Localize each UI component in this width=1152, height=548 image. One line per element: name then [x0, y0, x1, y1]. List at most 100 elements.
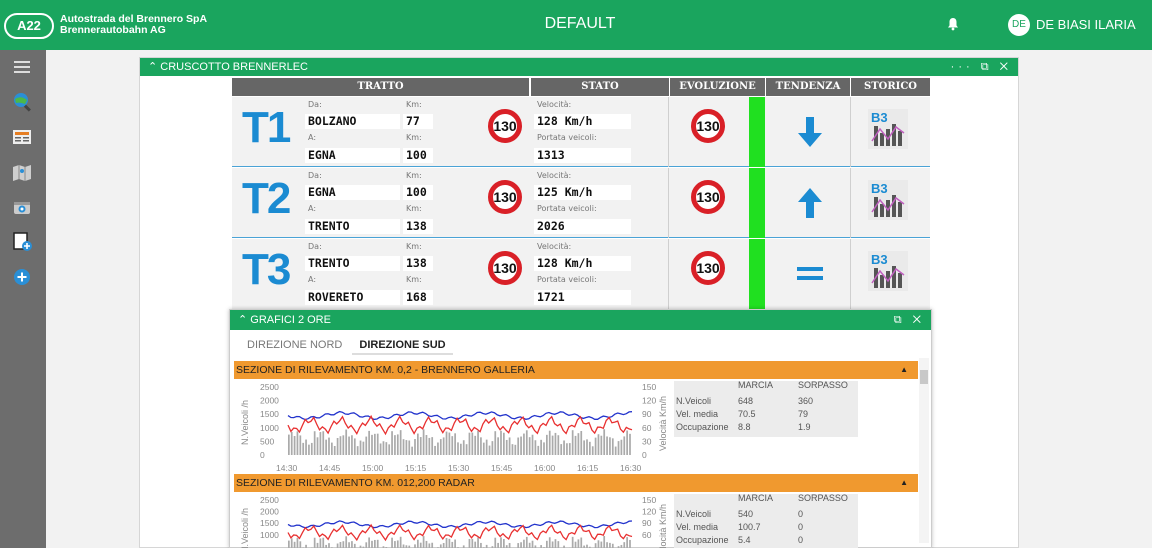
volume-bar [296, 537, 299, 548]
company-line-2: Brennerautobahn AG [60, 24, 166, 36]
volume-bar [623, 436, 626, 455]
volume-bar [617, 441, 620, 455]
volume-bar [574, 541, 577, 548]
dashboard-title: CRUSCOTTO BRENNERLEC [160, 61, 308, 73]
km-label: Km: [406, 275, 422, 284]
volume-bar [353, 438, 356, 455]
collapse-chevron-icon[interactable]: ⌃ [148, 61, 160, 73]
bell-icon[interactable] [946, 17, 960, 31]
volume-bar [560, 444, 563, 455]
volume-bar [517, 543, 520, 548]
y-axis-tick-left: 1000 [260, 530, 279, 540]
from-km-value: 77 [403, 114, 433, 129]
divider [850, 97, 851, 167]
storico-chart-icon[interactable]: B3 [868, 109, 908, 149]
storico-chart-icon[interactable]: B3 [868, 180, 908, 220]
company-name: Autostrada del Brennero SpA Brennerautob… [60, 14, 207, 36]
volume-bar [448, 538, 451, 548]
panel-tools[interactable]: ⧉ ✕ [894, 310, 925, 330]
y-axis-tick-right: 90 [642, 518, 652, 528]
volume-bar [480, 437, 482, 455]
y-axis-tick-left: 2000 [260, 396, 279, 406]
avatar[interactable]: DE [1008, 14, 1030, 36]
to-km-value: 138 [403, 219, 433, 234]
newspaper-icon[interactable] [11, 126, 33, 148]
volume-bar [474, 541, 477, 548]
map-icon[interactable] [11, 162, 33, 184]
volume-bar [525, 430, 528, 455]
tab-direzione-nord[interactable]: DIREZIONE NORD [240, 337, 349, 353]
y-axis-tick-left: 1500 [260, 518, 279, 528]
volume-bar [348, 436, 350, 455]
y-axis-tick-right: 150 [642, 382, 656, 392]
add-icon[interactable] [11, 266, 33, 288]
volume-bar [290, 431, 293, 455]
volume-bar [331, 442, 333, 455]
svg-text:B3: B3 [871, 252, 888, 267]
volume-bar [514, 444, 517, 455]
volume-bar [422, 536, 425, 548]
volume-bar [503, 539, 505, 548]
volume-bar [577, 433, 580, 455]
volume-bar [431, 437, 434, 455]
column-stato: STATO [530, 78, 669, 96]
volume-bar [468, 538, 471, 548]
add-document-icon[interactable] [11, 230, 33, 252]
volume-bar [339, 541, 342, 548]
stats-label: N.Veicoli [676, 509, 712, 519]
y-axis-tick-right: 120 [642, 396, 656, 406]
volume-bar [629, 539, 631, 548]
y-axis-label-left: N.Veicoli /h [240, 400, 250, 445]
x-axis-tick: 15:15 [405, 463, 427, 473]
volume-bar [439, 439, 442, 455]
volume-bar [290, 538, 293, 548]
volume-bar [548, 537, 551, 548]
volume-bar [439, 544, 442, 548]
volume-bar [531, 540, 534, 548]
volume-bar [528, 437, 531, 455]
section-header[interactable]: SEZIONE DI RILEVAMENTO KM. 012,200 RADAR… [234, 474, 918, 492]
volume-bar [563, 440, 565, 455]
volume-bar [368, 537, 370, 548]
svg-text:B3: B3 [871, 181, 888, 196]
volume-bar [606, 542, 608, 548]
dashboard-panel-header: ⌃ CRUSCOTTO BRENNERLEC ··· ⧉ ✕ [140, 58, 1018, 76]
volume-bar [491, 441, 494, 455]
volume-bar [594, 543, 597, 548]
panel-tools[interactable]: ··· ⧉ ✕ [951, 58, 1012, 76]
collapse-triangle-icon[interactable]: ▲ [900, 474, 908, 492]
section-header[interactable]: SEZIONE DI RILEVAMENTO KM. 0,2 - BRENNER… [234, 361, 918, 379]
camera-icon[interactable] [11, 196, 33, 218]
volume-bar [494, 537, 497, 548]
volume-bar [451, 541, 454, 548]
storico-chart-icon[interactable]: B3 [868, 251, 908, 291]
collapse-chevron-icon[interactable]: ⌃ [238, 314, 250, 326]
volume-bar [574, 435, 577, 455]
volume-bar [620, 439, 623, 455]
volume-bar [580, 537, 583, 548]
volume-bar [308, 444, 310, 455]
volume-bar [460, 443, 462, 455]
search-globe-icon[interactable] [11, 90, 33, 112]
volume-bar [494, 431, 497, 455]
speed-value: 125 Km/h [534, 185, 631, 200]
stats-col-marcia: MARCIA [738, 380, 774, 390]
stats-value: 79 [798, 409, 809, 419]
vertical-scrollbar[interactable] [919, 358, 929, 543]
evolution-limit-sign: 130 [691, 109, 725, 143]
stats-col-sorpasso: SORPASSO [798, 380, 848, 390]
from-label: Da: [308, 242, 322, 251]
volume-bar [609, 542, 611, 548]
menu-icon[interactable] [11, 56, 33, 78]
trend-down-arrow-icon [798, 117, 822, 147]
stats-value: 360 [798, 396, 814, 406]
volume-bar [606, 436, 608, 455]
collapse-triangle-icon[interactable]: ▲ [900, 361, 908, 379]
tratto-code: T3 [242, 245, 291, 294]
volume-bar [603, 429, 606, 455]
user-name[interactable]: DE BIASI ILARIA [1036, 17, 1136, 32]
volume-bar [505, 439, 508, 455]
scrollbar-thumb[interactable] [920, 370, 928, 384]
tab-direzione-sud[interactable]: DIREZIONE SUD [352, 337, 453, 355]
stats-col-marcia: MARCIA [738, 493, 774, 503]
